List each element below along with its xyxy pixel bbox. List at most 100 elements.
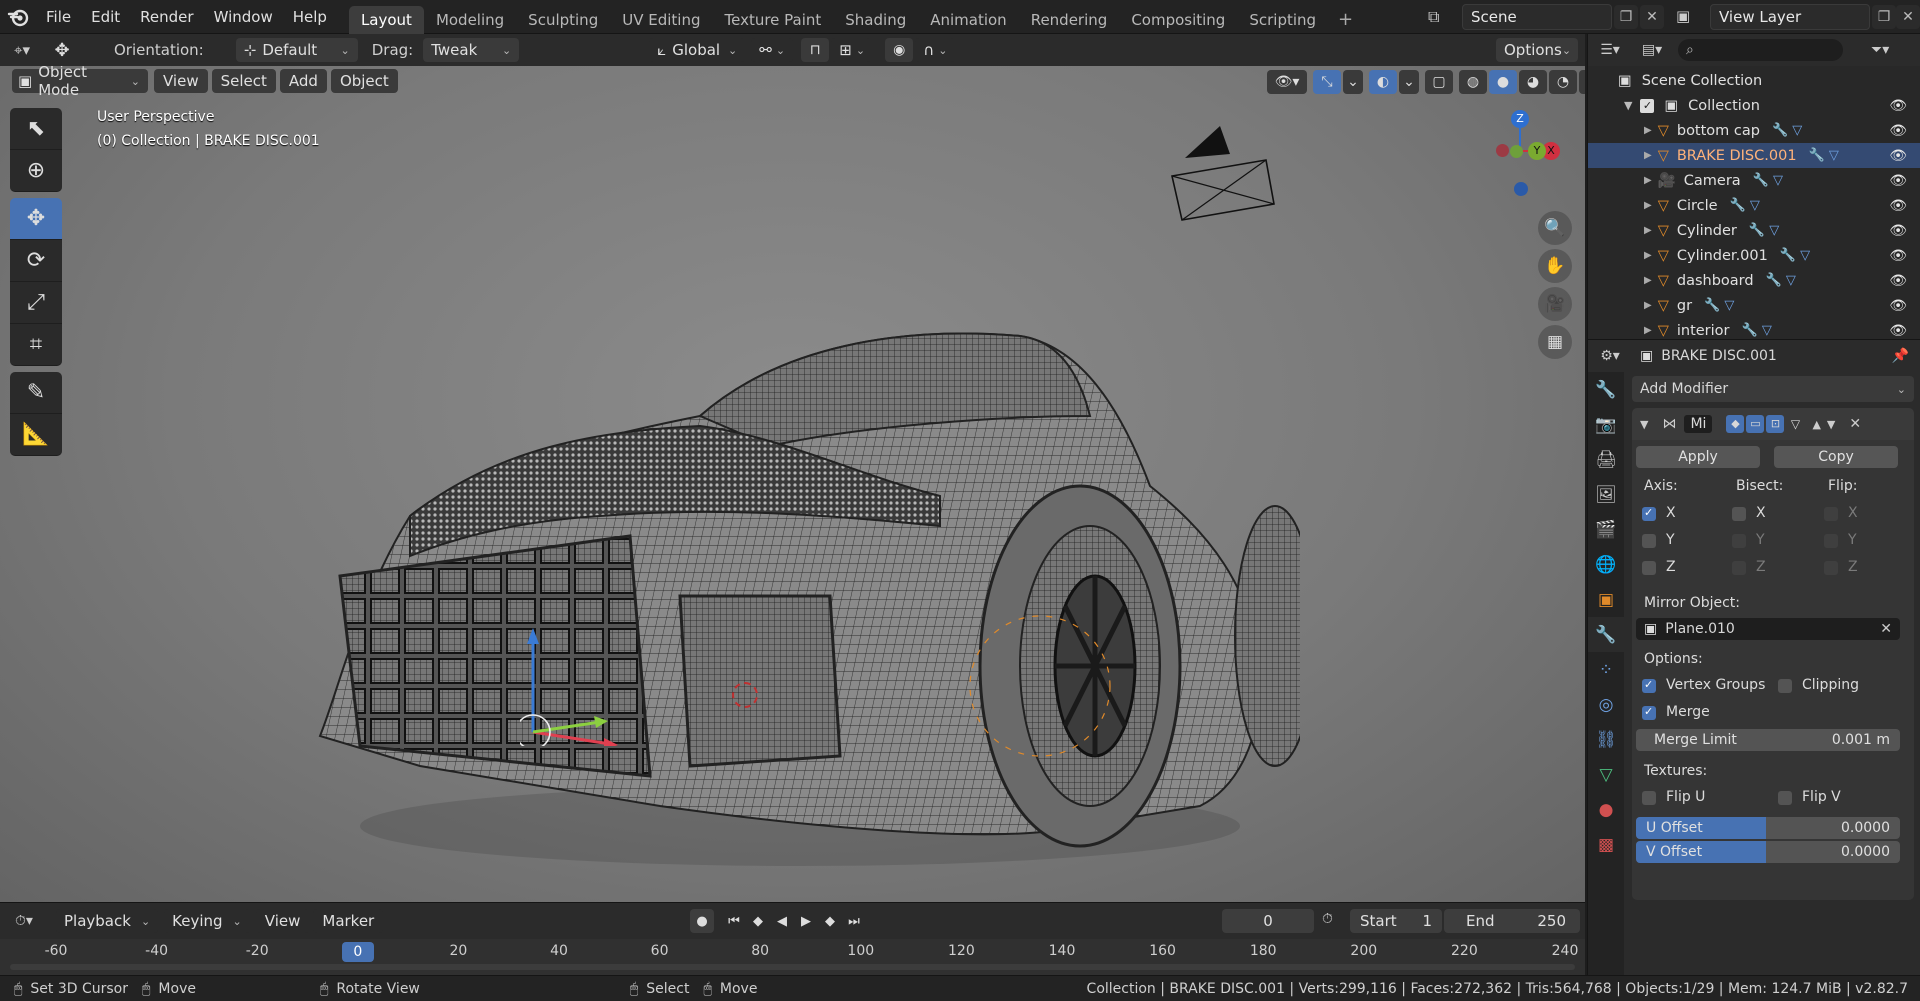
- eye-icon[interactable]: 👁: [1889, 198, 1907, 214]
- drag-dropdown[interactable]: Tweak ⌄: [423, 38, 520, 62]
- expand-arrow-icon[interactable]: ▶: [1644, 150, 1652, 161]
- chevron-down-icon[interactable]: ⌄: [1343, 70, 1363, 94]
- object-mode-dropdown[interactable]: ▣ Object Mode ⌄: [12, 66, 148, 99]
- expand-arrow-icon[interactable]: ▶: [1644, 125, 1652, 136]
- add-menu[interactable]: Add: [279, 69, 327, 93]
- bisect-z-checkbox[interactable]: [1732, 561, 1746, 575]
- snap-dropdown[interactable]: ⊞ ⌄: [831, 38, 872, 62]
- snap-toggle-icon[interactable]: ⊓: [801, 38, 830, 62]
- outliner-search-input[interactable]: ⌕: [1678, 39, 1843, 61]
- physics-icon[interactable]: ◎: [1588, 687, 1624, 722]
- new-scene-icon[interactable]: ❐: [1614, 5, 1638, 29]
- play-reverse-icon[interactable]: ◀: [770, 909, 794, 933]
- scene-icon[interactable]: ⧉: [1428, 7, 1439, 27]
- axis-x-checkbox[interactable]: [1642, 506, 1656, 521]
- blender-logo-icon[interactable]: [0, 0, 36, 34]
- perspective-grid-icon[interactable]: ▦: [1538, 325, 1572, 359]
- current-frame-field[interactable]: 0: [1222, 909, 1314, 933]
- wireframe-shading-icon[interactable]: ◍: [1459, 70, 1487, 94]
- expand-arrow-icon[interactable]: ▶: [1644, 250, 1652, 261]
- tab-layout[interactable]: Layout: [348, 5, 424, 34]
- y-axis-handle[interactable]: Y: [1528, 142, 1546, 160]
- chevron-down-icon[interactable]: ⌄: [1399, 70, 1419, 94]
- menu-edit[interactable]: Edit: [81, 0, 130, 34]
- delete-view-layer-icon[interactable]: ✕: [1896, 5, 1920, 29]
- outliner-item[interactable]: ▶ ▽ Cylinder 🔧 ▽ 👁: [1588, 218, 1920, 243]
- tab-modeling[interactable]: Modeling: [424, 6, 516, 34]
- object-menu[interactable]: Object: [330, 69, 398, 93]
- car-model-wireframe[interactable]: [300, 266, 1300, 886]
- prev-keyframe-icon[interactable]: ◆: [746, 909, 770, 933]
- particles-icon[interactable]: ⁘: [1588, 652, 1624, 687]
- modifier-name-field[interactable]: Mi: [1684, 415, 1713, 433]
- edit-mode-toggle-icon[interactable]: ◆: [1726, 415, 1745, 433]
- pivot-point-dropdown[interactable]: ⚯ ⌄: [751, 38, 794, 62]
- orientation-dropdown[interactable]: ⊹ Default ⌄: [235, 38, 358, 62]
- select-box-icon[interactable]: ⬉: [10, 108, 62, 150]
- jump-start-icon[interactable]: ⏮: [722, 909, 746, 933]
- outliner-item[interactable]: ▶ 🎥 Camera 🔧 ▽ 👁: [1588, 168, 1920, 193]
- collapse-arrow-icon[interactable]: ▼: [1640, 418, 1648, 431]
- modifier-wrench-icon[interactable]: 🔧: [1588, 617, 1624, 652]
- tab-compositing[interactable]: Compositing: [1119, 6, 1237, 34]
- chevron-down-icon[interactable]: ⌄: [1579, 70, 1585, 94]
- preview-range-icon[interactable]: ⏱: [1322, 911, 1333, 927]
- eye-icon[interactable]: 👁: [1889, 123, 1907, 139]
- visibility-icon[interactable]: 👁▾: [1267, 70, 1307, 94]
- outliner-item[interactable]: ▶ ▽ Cylinder.001 🔧 ▽ 👁: [1588, 243, 1920, 268]
- xray-toggle-icon[interactable]: ▢: [1425, 70, 1453, 94]
- bisect-y-checkbox[interactable]: [1732, 534, 1746, 548]
- view-layer-selector[interactable]: View Layer: [1710, 4, 1870, 30]
- cursor-tool-icon[interactable]: ⊕: [10, 150, 62, 192]
- navigation-gizmo[interactable]: Z X Y: [1480, 110, 1570, 200]
- rotate-icon[interactable]: ⟳: [10, 240, 62, 282]
- eye-icon[interactable]: 👁: [1889, 273, 1907, 289]
- render-toggle-icon[interactable]: ⊡: [1766, 415, 1785, 433]
- render-icon[interactable]: 📷: [1588, 407, 1624, 442]
- texture-icon[interactable]: ▩: [1588, 827, 1624, 862]
- mirror-object-field[interactable]: ▣ Plane.010 ✕: [1636, 618, 1900, 640]
- copy-button[interactable]: Copy: [1774, 446, 1898, 468]
- keying-menu[interactable]: Keying ⌄: [164, 909, 250, 933]
- expand-arrow-icon[interactable]: ▶: [1644, 225, 1652, 236]
- collection-checkbox[interactable]: ✓: [1640, 98, 1655, 113]
- merge-limit-field[interactable]: Merge Limit 0.001 m: [1636, 729, 1900, 751]
- playback-menu[interactable]: Playback ⌄: [56, 909, 159, 933]
- axis-z-checkbox[interactable]: [1642, 561, 1656, 575]
- cage-toggle-icon[interactable]: ▽: [1786, 415, 1804, 433]
- vertex-groups-checkbox[interactable]: [1642, 678, 1656, 693]
- flip-y-checkbox[interactable]: [1824, 534, 1838, 548]
- tab-rendering[interactable]: Rendering: [1019, 6, 1120, 34]
- eye-icon[interactable]: 👁: [1889, 148, 1907, 164]
- measure-icon[interactable]: 📐: [10, 414, 62, 456]
- material-icon[interactable]: ●: [1588, 792, 1624, 827]
- add-modifier-dropdown[interactable]: Add Modifier ⌄: [1632, 376, 1914, 402]
- annotate-icon[interactable]: ✎: [10, 372, 62, 414]
- constraints-icon[interactable]: ⛓: [1588, 722, 1624, 757]
- display-mode-icon[interactable]: ▤▾: [1632, 42, 1672, 58]
- tab-uv-editing[interactable]: UV Editing: [610, 6, 712, 34]
- filter-icon[interactable]: ⏷▾: [1871, 42, 1889, 58]
- eye-icon[interactable]: 👁: [1889, 298, 1907, 314]
- view-layer-icon[interactable]: ▣: [1676, 7, 1690, 25]
- end-frame-field[interactable]: End 250: [1444, 909, 1580, 933]
- move-tool-icon[interactable]: ✥: [44, 40, 80, 61]
- marker-menu[interactable]: Marker: [313, 909, 384, 933]
- gizmo-toggle-icon[interactable]: ⤡: [1313, 70, 1341, 94]
- object-icon[interactable]: ▣: [1588, 582, 1624, 617]
- menu-help[interactable]: Help: [283, 0, 337, 34]
- close-icon[interactable]: ✕: [1849, 416, 1861, 432]
- expand-arrow-icon[interactable]: ▶: [1644, 200, 1652, 211]
- playhead-frame-indicator[interactable]: 0: [341, 942, 374, 962]
- scene-collection-row[interactable]: ▣ Scene Collection: [1588, 68, 1920, 93]
- tool-settings-icon[interactable]: 🔧: [1588, 372, 1624, 407]
- flip-z-checkbox[interactable]: [1824, 561, 1838, 575]
- menu-window[interactable]: Window: [204, 0, 283, 34]
- outliner-editor-icon[interactable]: ☰▾: [1588, 42, 1632, 58]
- move-up-icon[interactable]: ▲: [1812, 418, 1820, 431]
- expand-arrow-icon[interactable]: ▶: [1644, 300, 1652, 311]
- material-shading-icon[interactable]: ◕: [1519, 70, 1547, 94]
- start-frame-field[interactable]: Start 1: [1350, 909, 1442, 933]
- eye-icon[interactable]: 👁: [1889, 173, 1907, 189]
- eye-icon[interactable]: 👁: [1889, 248, 1907, 264]
